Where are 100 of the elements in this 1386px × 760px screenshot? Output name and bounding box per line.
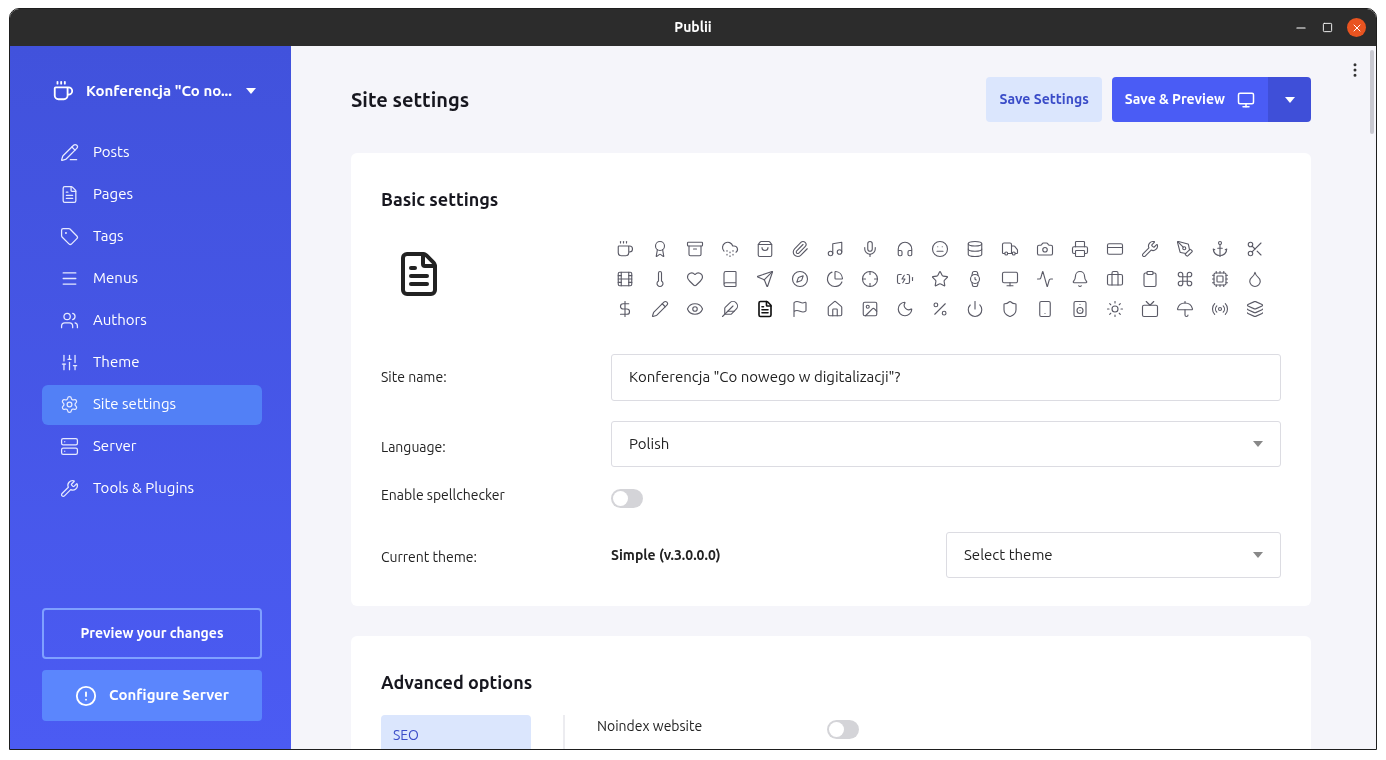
card-title: Advanced options [381, 671, 534, 694]
eye-icon[interactable] [686, 300, 704, 318]
power-icon[interactable] [966, 300, 984, 318]
sidebar-item[interactable]: Authors [42, 300, 262, 341]
phone-icon[interactable] [1036, 300, 1054, 318]
sliders-icon [60, 353, 79, 372]
site-switcher[interactable]: Konferencja "Co no... [52, 80, 259, 103]
pulse-icon[interactable] [1036, 270, 1054, 288]
configure-server-button[interactable]: Configure Server [42, 670, 262, 721]
window-title: Publii [674, 18, 712, 37]
droplet-icon[interactable] [1246, 270, 1264, 288]
film-icon[interactable] [616, 270, 634, 288]
save-settings-button[interactable]: Save Settings [986, 77, 1102, 122]
command-icon[interactable] [1176, 270, 1194, 288]
card-title: Basic settings [381, 188, 500, 211]
umbrella-icon[interactable] [1176, 300, 1194, 318]
face-icon[interactable] [931, 240, 949, 258]
options-tab[interactable]: SEO [381, 715, 531, 749]
card-icon[interactable] [1106, 240, 1124, 258]
chip-icon[interactable] [1211, 270, 1229, 288]
close-button[interactable] [1347, 18, 1366, 37]
maximize-icon[interactable] [1322, 22, 1333, 33]
save-preview-button[interactable]: Save & Preview [1111, 77, 1268, 122]
feather-icon[interactable] [721, 300, 739, 318]
field-label: Language: [381, 437, 447, 457]
coffee-icon[interactable] [616, 240, 634, 258]
clipboard-icon[interactable] [1141, 270, 1159, 288]
bell-icon[interactable] [1071, 270, 1089, 288]
cloud-icon[interactable] [721, 240, 739, 258]
shield-icon[interactable] [1001, 300, 1019, 318]
server-icon [60, 437, 79, 456]
archive-icon[interactable] [686, 240, 704, 258]
crosshair-icon[interactable] [861, 270, 879, 288]
database-icon[interactable] [966, 240, 984, 258]
monitor-icon[interactable] [1001, 270, 1019, 288]
music-icon[interactable] [826, 240, 844, 258]
book-icon[interactable] [721, 270, 739, 288]
paperclip-icon[interactable] [791, 240, 809, 258]
image-icon[interactable] [861, 300, 879, 318]
sidebar-item[interactable]: Posts [42, 132, 262, 173]
printer-icon[interactable] [1071, 240, 1089, 258]
sidebar-item[interactable]: Server [42, 426, 262, 467]
field-label: Site name: [381, 368, 448, 387]
sidebar-item[interactable]: Tools & Plugins [42, 468, 262, 509]
field-label: Current theme: [381, 547, 478, 567]
truck-icon[interactable] [1001, 240, 1019, 258]
caret-icon [1284, 96, 1295, 103]
theme-select[interactable]: Select theme [946, 532, 1281, 578]
headphones-icon[interactable] [896, 240, 914, 258]
users-icon [60, 311, 79, 330]
pie-chart-icon[interactable] [826, 270, 844, 288]
coffee-icon [52, 80, 74, 103]
bag-icon[interactable] [756, 240, 774, 258]
settings-icon [60, 395, 79, 414]
paper-plane-icon[interactable] [756, 270, 774, 288]
site-name-field[interactable]: Konferencja "Co nowego w digitalizacji"? [611, 354, 1281, 401]
star-icon[interactable] [931, 270, 949, 288]
toggle-switch[interactable] [611, 489, 643, 508]
document-icon [60, 185, 79, 204]
sun-icon[interactable] [1106, 300, 1124, 318]
language-select[interactable]: Polish [611, 421, 1281, 467]
preview-button[interactable]: Preview your changes [42, 608, 262, 659]
sidebar-item[interactable]: Pages [42, 174, 262, 215]
alert-icon [75, 684, 98, 707]
caret-icon [1253, 441, 1263, 447]
microphone-icon[interactable] [861, 240, 879, 258]
monitor-icon [1237, 90, 1255, 109]
pencil-icon[interactable] [651, 300, 669, 318]
briefcase-icon[interactable] [1106, 270, 1124, 288]
document-icon[interactable] [756, 300, 774, 318]
pencil-icon [60, 143, 79, 162]
wrench-icon [60, 479, 79, 498]
speaker-icon[interactable] [1071, 300, 1089, 318]
wrench-icon[interactable] [1141, 240, 1159, 258]
house-icon[interactable] [826, 300, 844, 318]
heart-icon[interactable] [686, 270, 704, 288]
layers-icon[interactable] [1246, 300, 1264, 318]
flag-icon[interactable] [791, 300, 809, 318]
sidebar-item[interactable]: Menus [42, 258, 262, 299]
menu-icon [60, 269, 79, 288]
option-label: Noindex website [597, 717, 704, 736]
pen-nib-icon[interactable] [1176, 240, 1194, 258]
theme-name: Simple (v.3.0.0.0) [611, 545, 722, 565]
tv-icon[interactable] [1141, 300, 1159, 318]
sidebar-item[interactable]: Tags [42, 216, 262, 257]
sidebar-item[interactable]: Site settings [42, 384, 262, 425]
toggle-switch[interactable] [827, 720, 859, 739]
sidebar-item[interactable]: Theme [42, 342, 262, 383]
tag-icon [60, 227, 79, 246]
compass-icon[interactable] [791, 270, 809, 288]
caret-icon [245, 88, 256, 95]
scissors-icon[interactable] [1246, 240, 1264, 258]
percent-icon[interactable] [931, 300, 949, 318]
caret-icon [1253, 552, 1263, 558]
camera-icon[interactable] [1036, 240, 1054, 258]
broadcast-icon[interactable] [1211, 300, 1229, 318]
anchor-icon[interactable] [1211, 240, 1229, 258]
page-title: Site settings [351, 86, 470, 113]
moon-icon[interactable] [896, 300, 914, 318]
field-label: Enable spellchecker [381, 486, 506, 505]
